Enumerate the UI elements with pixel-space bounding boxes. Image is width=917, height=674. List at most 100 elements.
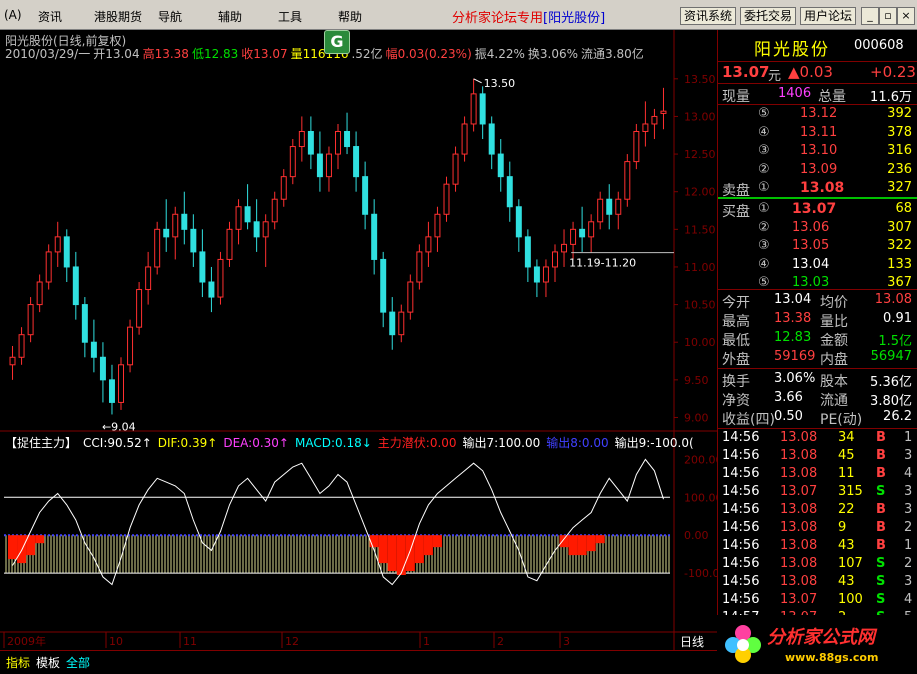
stat-label: 金额 <box>820 333 848 349</box>
stat-label: 今开 <box>722 295 750 311</box>
stat-value: 56947 <box>870 349 912 364</box>
candle-body <box>27 304 34 336</box>
ask-volume: 327 <box>887 180 912 195</box>
candle-body <box>335 130 341 155</box>
menu-item-assist[interactable]: 辅助 <box>218 8 242 25</box>
price-tick-label: 13.00 <box>684 110 716 123</box>
ask-level: ② <box>758 161 770 177</box>
candle-body <box>253 221 260 238</box>
quote-row: ② 13.09 236 <box>718 162 917 180</box>
candle-body <box>542 266 549 283</box>
menu-item-info[interactable]: 资讯 <box>38 8 62 25</box>
candle-body <box>497 153 504 178</box>
tick-price: 13.08 <box>780 448 818 463</box>
bid-level: ③ <box>758 238 770 253</box>
tick-count: 3 <box>904 502 913 517</box>
candle-body <box>561 243 568 253</box>
stat-value: 12.83 <box>774 330 812 345</box>
kline-chart[interactable]: 13.50 13.00 12.50 12.00 11.50 11.00 10.50 10.00… <box>0 30 717 650</box>
divider <box>718 428 917 429</box>
candle-body <box>199 251 206 283</box>
price-tick-label: 9.50 <box>684 374 709 387</box>
menu-item-hk-futures[interactable]: 港股期货 <box>94 8 142 25</box>
quote-row: ③ 13.05 322 <box>718 238 917 256</box>
x-tick-label: 12 <box>285 635 299 648</box>
tick-price: 13.08 <box>780 538 818 553</box>
menu-item-navigate[interactable]: 导航 <box>158 8 182 25</box>
hist-bar <box>387 535 397 572</box>
tick-volume: 9 <box>838 520 847 535</box>
restore-icon[interactable]: ▫ <box>879 7 897 25</box>
candle-body <box>479 93 486 125</box>
tab-all[interactable]: 全部 <box>66 654 90 671</box>
candle-body <box>597 198 604 223</box>
bid-volume: 133 <box>887 256 912 272</box>
indicator-value: CCI:90.52↑ <box>83 436 152 450</box>
period-label[interactable]: 日线 <box>680 633 704 650</box>
menu-mnemonic-a[interactable]: (A) <box>4 8 22 22</box>
stat-label: 换手 <box>722 374 750 390</box>
title-forum: 分析家论坛专用 <box>452 11 544 26</box>
candle-body <box>271 198 278 223</box>
tab-template[interactable]: 模板 <box>36 654 60 671</box>
minimize-icon[interactable]: _ <box>861 7 879 25</box>
tick-volume: 315 <box>838 484 863 499</box>
candle-body <box>172 213 179 238</box>
tick-time: 14:56 <box>722 466 760 481</box>
tick-price: 13.07 <box>780 484 818 499</box>
candle-body <box>344 130 351 148</box>
tab-indicator[interactable]: 指标 <box>6 654 30 671</box>
quote-row: 14:56 13.08 22 B 3 <box>718 502 917 520</box>
quote-row: ⑤ 13.12 392 <box>718 106 917 124</box>
tick-count: 2 <box>904 556 913 571</box>
quote-row: 14:56 13.08 107 S 2 <box>718 556 917 574</box>
candle-body <box>380 258 387 313</box>
candle-body <box>606 198 613 215</box>
tick-time: 14:56 <box>722 520 760 535</box>
price-tick-label: 9.00 <box>684 411 709 424</box>
quote-row: 14:56 13.08 9 B 2 <box>718 520 917 538</box>
hist-bar <box>414 535 424 564</box>
stat-value: 0.50 <box>774 409 803 424</box>
candle-body <box>362 176 369 215</box>
tick-side: B <box>876 466 886 481</box>
trade-button[interactable]: 委托交易 <box>740 7 797 25</box>
candle-body <box>488 123 495 155</box>
indicator-value: 【捉住主力】 <box>5 436 78 450</box>
candle-body <box>298 130 305 148</box>
last-price: 13.07 <box>722 63 770 81</box>
tick-time: 14:56 <box>722 592 760 607</box>
stat-value: 13.04 <box>774 292 812 307</box>
tick-volume: 100 <box>838 592 863 607</box>
indicator-value: MACD:0.18↓ <box>294 436 372 450</box>
menu-item-help[interactable]: 帮助 <box>338 8 362 25</box>
price-tick-label: 11.50 <box>684 223 716 236</box>
tick-count: 1 <box>904 430 913 445</box>
menu-item-tools[interactable]: 工具 <box>278 8 302 25</box>
tick-side: B <box>876 520 886 535</box>
candle-body <box>353 146 360 178</box>
bid-price: 13.05 <box>792 238 830 253</box>
stat-value: 5.36亿 <box>870 375 912 390</box>
g-badge-icon[interactable]: G <box>324 30 350 54</box>
info-system-button[interactable]: 资讯系统 <box>680 7 737 25</box>
tick-count: 3 <box>904 448 913 463</box>
chart-canvas[interactable]: 13.5013.0012.5012.0011.5011.0010.5010.00… <box>0 30 717 650</box>
tick-price: 13.07 <box>780 592 818 607</box>
tick-time: 14:56 <box>722 484 760 499</box>
candle-body <box>244 206 251 223</box>
candle-body <box>90 341 97 358</box>
quote-row: ⑤ 13.03 367 <box>718 275 917 293</box>
indicator-value: 输出7:100.00 <box>462 436 541 450</box>
user-forum-button[interactable]: 用户论坛 <box>800 7 857 25</box>
candle-body <box>108 379 115 403</box>
bid-price: 13.03 <box>792 275 830 290</box>
divider <box>718 83 917 84</box>
candle-body <box>217 258 224 298</box>
ask-bid-divider <box>718 197 917 199</box>
ask-volume: 316 <box>887 143 912 158</box>
price-tick-label: 11.00 <box>684 261 716 274</box>
close-icon[interactable]: × <box>897 7 915 25</box>
quote-row: ② 13.06 307 <box>718 220 917 238</box>
stat-value: 59169 <box>774 349 816 364</box>
